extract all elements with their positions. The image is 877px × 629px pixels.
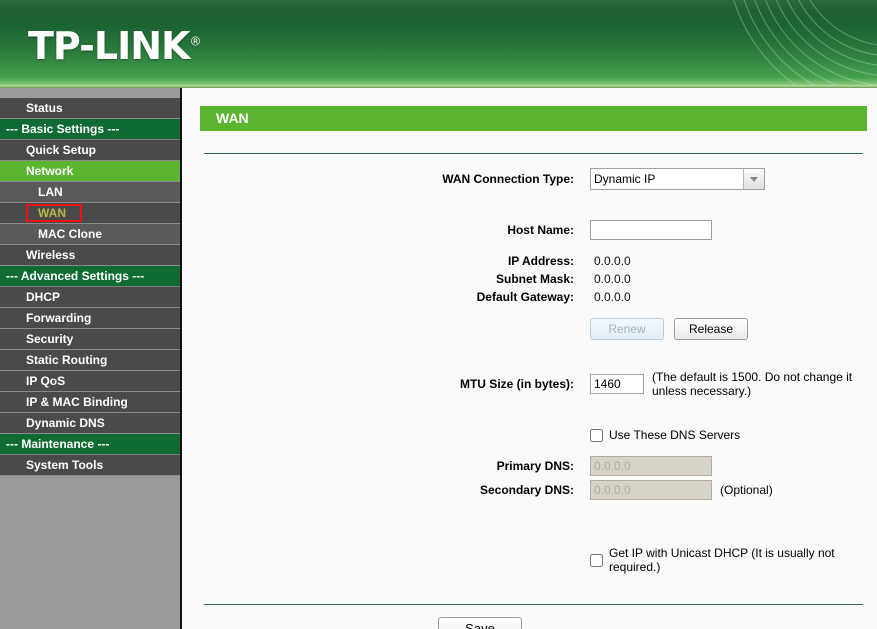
sidebar-section-basic-settings: --- Basic Settings --- — [0, 119, 180, 140]
ip-address-value: 0.0.0.0 — [594, 254, 631, 268]
sidebar-item-ip-mac-binding[interactable]: IP & MAC Binding — [0, 392, 180, 413]
sidebar-item-wireless[interactable]: Wireless — [0, 245, 180, 266]
sidebar-item-ip-qos[interactable]: IP QoS — [0, 371, 180, 392]
content-bottom-divider — [204, 604, 863, 605]
app-header: TP-LINK® — [0, 0, 877, 88]
row-default-gateway: Default Gateway: 0.0.0.0 — [182, 290, 877, 304]
use-dns-servers-label: Use These DNS Servers — [609, 428, 741, 442]
host-name-input[interactable] — [590, 220, 712, 240]
sidebar-top-strip — [0, 88, 180, 98]
row-primary-dns: Primary DNS: — [182, 456, 877, 476]
sidebar-item-static-routing[interactable]: Static Routing — [0, 350, 180, 371]
label-host-name: Host Name: — [507, 223, 574, 237]
label-default-gateway: Default Gateway: — [476, 290, 574, 304]
save-button-area: Save — [182, 617, 877, 629]
subnet-mask-value: 0.0.0.0 — [594, 272, 631, 286]
sidebar-item-dhcp[interactable]: DHCP — [0, 287, 180, 308]
page-body: Status --- Basic Settings --- Quick Setu… — [0, 88, 877, 629]
sidebar-item-label: Status — [26, 101, 63, 115]
sidebar-item-label: Forwarding — [26, 311, 92, 325]
row-subnet-mask: Subnet Mask: 0.0.0.0 — [182, 272, 877, 286]
sidebar-item-wan[interactable]: WAN — [0, 203, 180, 224]
sidebar-filler — [0, 476, 180, 629]
row-use-dns-servers: Use These DNS Servers — [182, 428, 877, 442]
wan-connection-type-select[interactable]: Dynamic IP — [590, 168, 765, 190]
secondary-dns-input[interactable] — [590, 480, 712, 500]
label-primary-dns: Primary DNS: — [496, 459, 574, 473]
sidebar-item-label: MAC Clone — [38, 227, 102, 241]
sidebar-item-label: IP QoS — [26, 374, 66, 388]
label-wan-connection-type: WAN Connection Type: — [442, 172, 574, 186]
row-host-name: Host Name: — [182, 220, 877, 240]
sidebar-item-label: Network — [26, 164, 74, 178]
label-subnet-mask: Subnet Mask: — [495, 272, 574, 286]
sidebar-item-mac-clone[interactable]: MAC Clone — [0, 224, 180, 245]
tplink-logo: TP-LINK® — [28, 24, 201, 68]
unicast-dhcp-checkbox[interactable] — [590, 553, 603, 567]
sidebar-item-label: Quick Setup — [26, 143, 97, 157]
label-secondary-dns: Secondary DNS: — [479, 483, 574, 497]
sidebar-section-label: --- Maintenance --- — [6, 437, 110, 451]
use-dns-servers-checkbox-row[interactable]: Use These DNS Servers — [590, 428, 877, 442]
wan-type-select-wrap: Dynamic IP — [590, 168, 765, 190]
sidebar-item-forwarding[interactable]: Forwarding — [0, 308, 180, 329]
sidebar-item-label: LAN — [38, 185, 63, 199]
sidebar-item-security[interactable]: Security — [0, 329, 180, 350]
mtu-size-input[interactable] — [590, 374, 644, 394]
main-content: WAN WAN Connection Type: Dynamic IP Host… — [182, 88, 877, 629]
sidebar-nav: Status --- Basic Settings --- Quick Setu… — [0, 88, 182, 629]
sidebar-section-advanced-settings: --- Advanced Settings --- — [0, 266, 180, 287]
sidebar-item-label: IP & MAC Binding — [26, 395, 128, 409]
sidebar-item-status[interactable]: Status — [0, 98, 180, 119]
sidebar-item-network[interactable]: Network — [0, 161, 180, 182]
row-mtu-size: MTU Size (in bytes): (The default is 150… — [182, 370, 877, 398]
sidebar-item-lan[interactable]: LAN — [0, 182, 180, 203]
unicast-dhcp-checkbox-row[interactable]: Get IP with Unicast DHCP (It is usually … — [590, 546, 877, 574]
save-button[interactable]: Save — [438, 617, 522, 629]
sidebar-section-maintenance: --- Maintenance --- — [0, 434, 180, 455]
logo-text: TP-LINK — [28, 24, 190, 68]
secondary-dns-optional-note: (Optional) — [720, 483, 773, 497]
page-title: WAN — [200, 106, 867, 131]
sidebar-item-label: DHCP — [26, 290, 61, 304]
unicast-dhcp-label: Get IP with Unicast DHCP (It is usually … — [609, 546, 835, 574]
label-mtu-size: MTU Size (in bytes): — [459, 377, 574, 391]
sidebar-item-dynamic-dns[interactable]: Dynamic DNS — [0, 413, 180, 434]
renew-button[interactable]: Renew — [590, 318, 664, 340]
sidebar-item-label: System Tools — [26, 458, 104, 472]
wan-settings-form: WAN Connection Type: Dynamic IP Host Nam… — [182, 168, 877, 629]
use-dns-servers-checkbox[interactable] — [590, 428, 603, 442]
dhcp-button-group: Renew Release — [590, 318, 877, 340]
release-button[interactable]: Release — [674, 318, 748, 340]
sidebar-item-quick-setup[interactable]: Quick Setup — [0, 140, 180, 161]
sidebar-item-label: Security — [26, 332, 74, 346]
row-wan-connection-type: WAN Connection Type: Dynamic IP — [182, 168, 877, 190]
mtu-hint-text: (The default is 1500. Do not change it u… — [652, 370, 853, 398]
sidebar-item-label: Wireless — [26, 248, 76, 262]
primary-dns-input[interactable] — [590, 456, 712, 476]
content-top-divider — [204, 153, 863, 154]
sidebar-section-label: --- Advanced Settings --- — [6, 269, 145, 283]
row-ip-address: IP Address: 0.0.0.0 — [182, 254, 877, 268]
registered-trademark-icon: ® — [189, 34, 202, 49]
sidebar-section-label: --- Basic Settings --- — [6, 122, 120, 136]
label-ip-address: IP Address: — [507, 254, 574, 268]
row-unicast-dhcp: Get IP with Unicast DHCP (It is usually … — [182, 546, 877, 574]
sidebar-item-system-tools[interactable]: System Tools — [0, 455, 180, 476]
sidebar-item-label: WAN — [38, 206, 66, 220]
sidebar-item-label: Dynamic DNS — [26, 416, 105, 430]
row-dhcp-buttons: Renew Release — [182, 318, 877, 340]
header-decorative-arcs — [733, 0, 877, 88]
row-secondary-dns: Secondary DNS: (Optional) — [182, 480, 877, 500]
sidebar-item-label: Static Routing — [26, 353, 108, 367]
default-gateway-value: 0.0.0.0 — [594, 290, 631, 304]
